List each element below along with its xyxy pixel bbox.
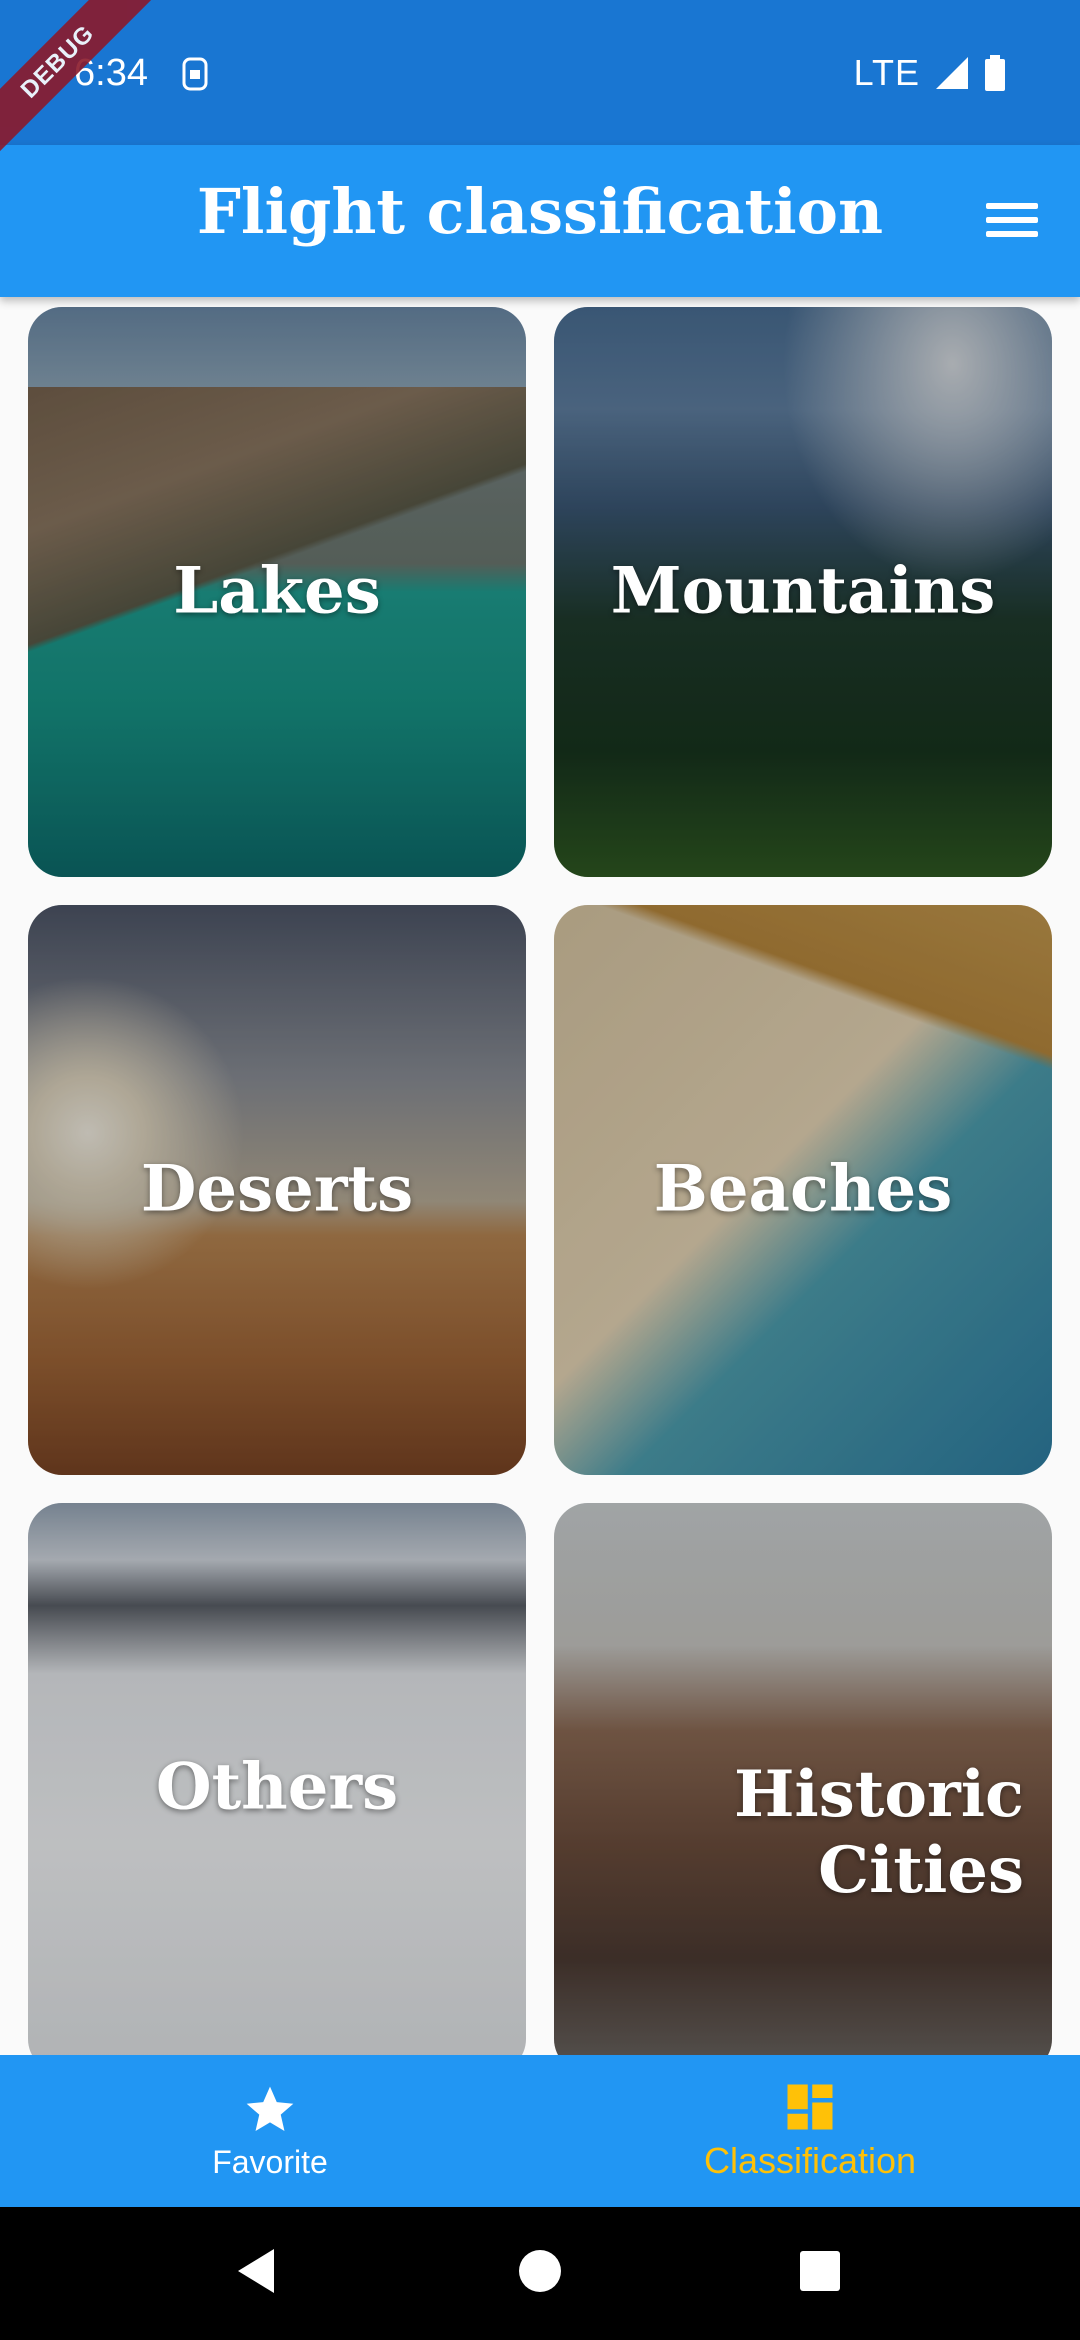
category-label: Lakes bbox=[173, 553, 381, 629]
category-label: Deserts bbox=[140, 1151, 414, 1227]
nav-item-classification[interactable]: Classification bbox=[540, 2055, 1080, 2207]
category-grid: Lakes Mountains Deserts Beaches Others H… bbox=[28, 307, 1054, 2073]
dashboard-icon bbox=[787, 2084, 833, 2130]
menu-icon-line bbox=[986, 217, 1038, 223]
menu-icon-line bbox=[986, 203, 1038, 209]
menu-button[interactable] bbox=[982, 197, 1042, 247]
back-icon[interactable] bbox=[234, 2245, 278, 2297]
nav-label-classification: Classification bbox=[703, 2140, 917, 2181]
bottom-navigation: Favorite Classification bbox=[0, 2055, 1080, 2207]
category-card-historic-cities[interactable]: Historic Cities bbox=[554, 1503, 1052, 2073]
status-indicators: LTE bbox=[854, 52, 1006, 94]
category-label: Mountains bbox=[610, 553, 996, 629]
category-card-lakes[interactable]: Lakes bbox=[28, 307, 526, 877]
home-icon[interactable] bbox=[518, 2245, 562, 2297]
system-navigation-bar bbox=[0, 2207, 1080, 2340]
star-icon bbox=[246, 2086, 294, 2131]
nav-label-favorite: Favorite bbox=[212, 2143, 328, 2180]
category-card-beaches[interactable]: Beaches bbox=[554, 905, 1052, 1475]
page-title: Flight classification bbox=[196, 175, 884, 248]
signal-icon bbox=[936, 57, 968, 89]
app-bar: Flight classification bbox=[0, 145, 1080, 297]
battery-icon bbox=[985, 55, 1005, 91]
recents-icon[interactable] bbox=[798, 2245, 842, 2297]
category-card-others[interactable]: Others bbox=[28, 1503, 526, 2073]
status-bar: DEBUG 6:34 LTE bbox=[0, 0, 1080, 163]
category-card-mountains[interactable]: Mountains bbox=[554, 307, 1052, 877]
menu-icon-line bbox=[986, 231, 1038, 237]
sim-card-icon bbox=[182, 57, 208, 91]
category-label: Beaches bbox=[653, 1151, 953, 1227]
nav-item-favorite[interactable]: Favorite bbox=[0, 2055, 540, 2207]
network-type: LTE bbox=[853, 52, 920, 93]
category-label: Others bbox=[155, 1749, 399, 1825]
category-label: Historic Cities bbox=[733, 1756, 1024, 1909]
category-card-deserts[interactable]: Deserts bbox=[28, 905, 526, 1475]
